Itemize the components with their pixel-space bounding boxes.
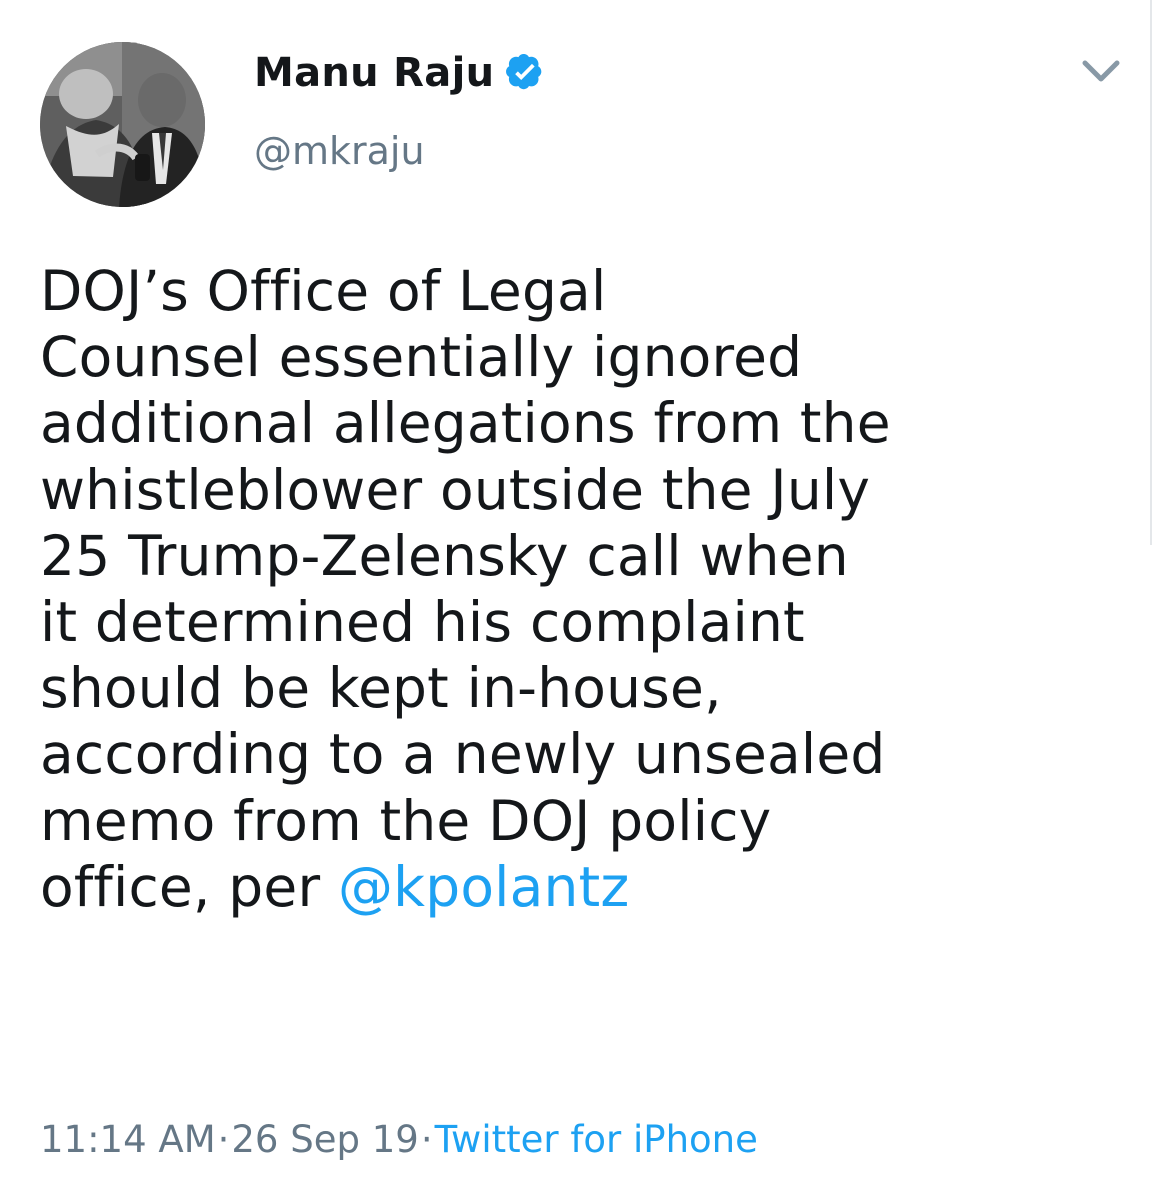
tweet-text-last-line: office, per @kpolantz bbox=[40, 854, 1120, 920]
avatar[interactable] bbox=[40, 42, 205, 207]
tweet-text-line: should be kept in-house, bbox=[40, 656, 722, 721]
tweet-meta: 11:14 AM·26 Sep 19·Twitter for iPhone bbox=[40, 1118, 758, 1161]
tweet-text-line: memo from the DOJ policy bbox=[40, 788, 772, 853]
author-handle[interactable]: @mkraju bbox=[254, 129, 954, 173]
mention-link[interactable]: @kpolantz bbox=[338, 855, 630, 919]
tweet-text-line: Counsel essentially ignored bbox=[40, 325, 803, 390]
meta-separator: · bbox=[420, 1118, 433, 1161]
tweet-text-line: 25 Trump-Zelensky call when bbox=[40, 523, 849, 588]
tweet-text-line: whistleblower outside the July bbox=[40, 457, 871, 522]
avatar-image bbox=[40, 42, 205, 207]
tweet-text-line: DOJ’s Office of Legal bbox=[40, 259, 607, 323]
tweet-text-line: according to a newly unsealed bbox=[40, 722, 886, 787]
tweet-author[interactable]: Manu Raju @mkraju bbox=[254, 44, 954, 194]
verified-badge-icon bbox=[506, 54, 542, 90]
author-display-name[interactable]: Manu Raju bbox=[254, 50, 494, 96]
tweet-text-line: additional allegations from the bbox=[40, 391, 891, 456]
tweet-card: Manu Raju @mkraju DOJ’s Office of Legal … bbox=[0, 0, 1157, 1200]
tweet-text-prefix: office, per bbox=[40, 854, 338, 919]
author-name-row[interactable]: Manu Raju bbox=[254, 44, 954, 102]
tweet-text-line: it determined his complaint bbox=[40, 590, 805, 655]
tweet-time[interactable]: 11:14 AM bbox=[40, 1118, 216, 1161]
chevron-down-icon[interactable] bbox=[1080, 58, 1122, 86]
meta-separator: · bbox=[217, 1118, 230, 1161]
scrollbar[interactable] bbox=[1150, 0, 1152, 545]
tweet-date[interactable]: 26 Sep 19 bbox=[231, 1118, 418, 1161]
tweet-text: DOJ’s Office of Legal Counsel essentiall… bbox=[40, 258, 1120, 920]
tweet-source-link[interactable]: Twitter for iPhone bbox=[435, 1118, 758, 1161]
